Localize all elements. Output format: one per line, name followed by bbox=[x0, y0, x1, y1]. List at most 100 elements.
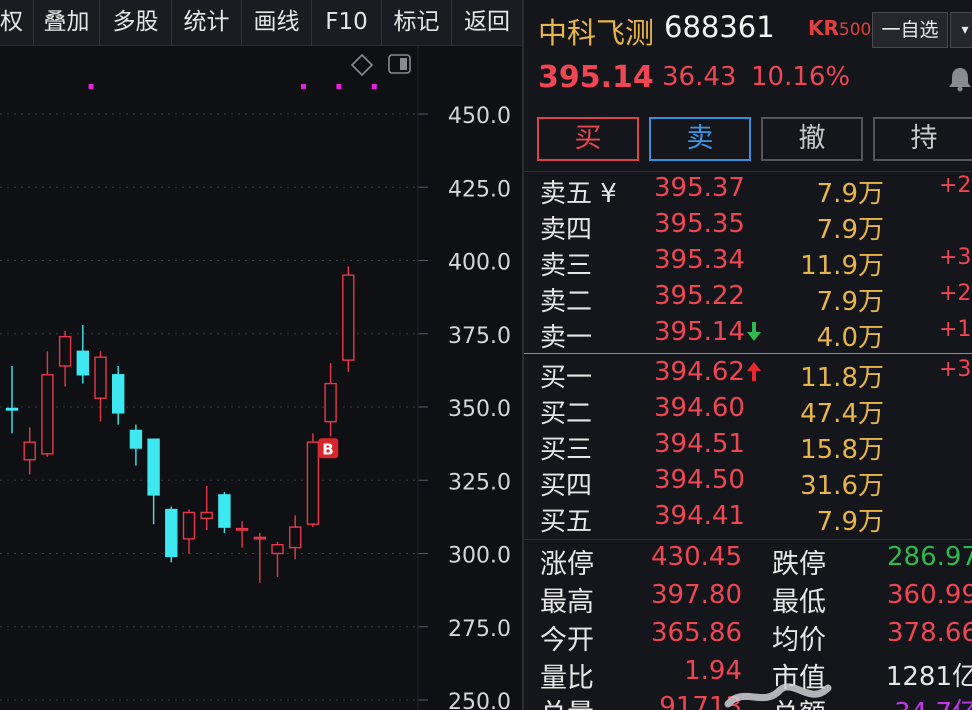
holdings-button[interactable]: 持 bbox=[873, 117, 972, 161]
stat-label: 涨停 bbox=[540, 549, 594, 580]
stat-value: 378.66 bbox=[887, 618, 972, 648]
ask-volume: 7.9万 bbox=[816, 179, 884, 209]
candle-down bbox=[129, 424, 143, 466]
bid-row-2[interactable]: 买二 394.60 47.4万 bbox=[524, 393, 972, 429]
candle-body bbox=[111, 374, 125, 414]
buy-button[interactable]: 买 bbox=[537, 117, 639, 161]
last-price: 395.14 bbox=[538, 60, 654, 95]
candle-up bbox=[94, 351, 107, 422]
kline-chart[interactable]: B 450.0 425.0 400.0 375.0 350.0 325.0 300.0 275… bbox=[0, 46, 522, 710]
menu-mark[interactable]: 标记 bbox=[382, 0, 452, 46]
candle-body bbox=[324, 382, 337, 423]
bid-row-4[interactable]: 买四 394.50 31.6万 bbox=[524, 465, 972, 501]
ask-row-4[interactable]: 卖四 395.35 7.9万 bbox=[524, 209, 972, 245]
stat-label: 最高 bbox=[540, 587, 594, 618]
candle-up bbox=[182, 509, 196, 554]
candle-up bbox=[23, 427, 36, 475]
app-window: 权 叠加 多股 统计 画线 F10 标记 返回 B 450.0 425.0 400.… bbox=[0, 0, 972, 710]
candle-up bbox=[271, 541, 284, 577]
candle-up bbox=[342, 266, 355, 372]
signal-dot bbox=[371, 84, 377, 89]
menu-multi-stock[interactable]: 多股 bbox=[100, 0, 172, 46]
stat-value: 91713 bbox=[659, 692, 742, 710]
signal-dot bbox=[336, 84, 342, 89]
watchlist-dropdown-button[interactable]: ▾ bbox=[950, 12, 972, 48]
candle-body bbox=[271, 544, 284, 555]
y-axis-label: 325.0 bbox=[448, 470, 511, 495]
stat-value: 1281亿 bbox=[885, 662, 972, 692]
bell-icon[interactable] bbox=[948, 66, 972, 92]
ask-row-2[interactable]: 卖二 395.22 7.9万 +2 bbox=[524, 281, 972, 317]
ask-volume: 4.0万 bbox=[816, 323, 884, 353]
y-axis-label: 450.0 bbox=[448, 104, 511, 129]
y-axis-label: 250.0 bbox=[448, 690, 511, 710]
quote-panel: 中科飞测 688361 KR500 一自选 ▾ 395.14 36.43 10.… bbox=[524, 0, 972, 710]
stat-value: 34.7亿 bbox=[838, 692, 972, 710]
stock-name: 中科飞测 bbox=[538, 16, 655, 50]
panel-toggle-icon[interactable] bbox=[388, 54, 411, 74]
menu-statistics[interactable]: 统计 bbox=[172, 0, 242, 46]
ask-label: 卖一 bbox=[540, 323, 593, 353]
stat-label: 均价 bbox=[772, 625, 826, 656]
candle-body bbox=[147, 438, 160, 496]
bid-diff: +3 bbox=[939, 357, 972, 382]
candle-up bbox=[58, 330, 72, 387]
stat-row-range: 最高 397.80 最低 360.99 bbox=[524, 580, 972, 618]
candle-down bbox=[147, 438, 160, 525]
ask-row-3[interactable]: 卖三 395.34 11.9万 +3 bbox=[524, 245, 972, 281]
stat-value: 430.45 bbox=[651, 542, 742, 572]
kline-chart-svg: B 450.0 425.0 400.0 375.0 350.0 325.0 300.0 275… bbox=[0, 46, 511, 710]
bid-label: 买一 bbox=[540, 363, 593, 393]
candle-body bbox=[76, 350, 90, 376]
badge-main: KR bbox=[808, 16, 839, 40]
sell-button[interactable]: 卖 bbox=[649, 117, 751, 161]
y-axis-label: 300.0 bbox=[448, 544, 511, 569]
ask-row-5[interactable]: 卖五 ¥ 395.37 7.9万 +2 bbox=[524, 173, 972, 209]
candle-up bbox=[253, 532, 267, 583]
diamond-icon[interactable] bbox=[350, 53, 374, 77]
y-axis-label: 375.0 bbox=[448, 324, 511, 349]
candle-up bbox=[41, 351, 54, 457]
bid-row-3[interactable]: 买三 394.51 15.8万 bbox=[524, 429, 972, 465]
bid-volume: 7.9万 bbox=[816, 507, 884, 537]
menu-restore-rights[interactable]: 权 bbox=[0, 0, 34, 46]
stat-label: 量比 bbox=[540, 663, 594, 694]
stat-label: 总量 bbox=[540, 692, 594, 710]
watermark-graphic bbox=[724, 683, 832, 708]
stat-label: 今开 bbox=[540, 625, 594, 656]
ask-volume: 7.9万 bbox=[816, 287, 884, 317]
bid-label: 买四 bbox=[540, 471, 593, 501]
stock-code: 688361 bbox=[664, 10, 775, 44]
stat-value: 286.97 bbox=[887, 542, 972, 572]
candle-body bbox=[129, 429, 143, 449]
ask-diff: +2 bbox=[939, 173, 972, 198]
bid-label: 买三 bbox=[540, 435, 593, 465]
ask-volume: 7.9万 bbox=[816, 215, 884, 245]
ask-label: 卖四 bbox=[540, 215, 593, 245]
add-watchlist-button[interactable]: 一自选 bbox=[872, 12, 948, 48]
menu-draw-line[interactable]: 画线 bbox=[242, 0, 312, 46]
stat-row-open: 今开 365.86 均价 378.66 bbox=[524, 618, 972, 656]
bid-volume: 15.8万 bbox=[800, 435, 884, 465]
candle-body bbox=[94, 356, 107, 399]
menu-overlay[interactable]: 叠加 bbox=[34, 0, 100, 46]
menu-f10[interactable]: F10 bbox=[312, 0, 382, 46]
candle-up bbox=[306, 433, 320, 528]
cancel-order-button[interactable]: 撤 bbox=[761, 117, 863, 161]
stat-row-limit: 涨停 430.45 跌停 286.97 bbox=[524, 542, 972, 580]
bid-row-1[interactable]: 买一 394.62 11.8万 +3 bbox=[524, 357, 972, 393]
candle-body bbox=[165, 508, 178, 558]
stat-label: 跌停 bbox=[772, 549, 826, 580]
signal-dot bbox=[88, 84, 94, 89]
candle-up bbox=[200, 486, 213, 531]
candle-up bbox=[324, 363, 337, 437]
candle-body bbox=[253, 536, 267, 540]
bid-volume: 11.8万 bbox=[800, 363, 884, 393]
ask-label: 卖二 bbox=[540, 287, 593, 317]
menu-back[interactable]: 返回 bbox=[452, 0, 522, 46]
candle-body bbox=[200, 511, 213, 520]
candle-body bbox=[58, 335, 72, 367]
ask-row-1[interactable]: 卖一 395.14 4.0万 +1 bbox=[524, 317, 972, 353]
bid-row-5[interactable]: 买五 394.41 7.9万 bbox=[524, 501, 972, 537]
ask-volume: 11.9万 bbox=[800, 251, 884, 281]
